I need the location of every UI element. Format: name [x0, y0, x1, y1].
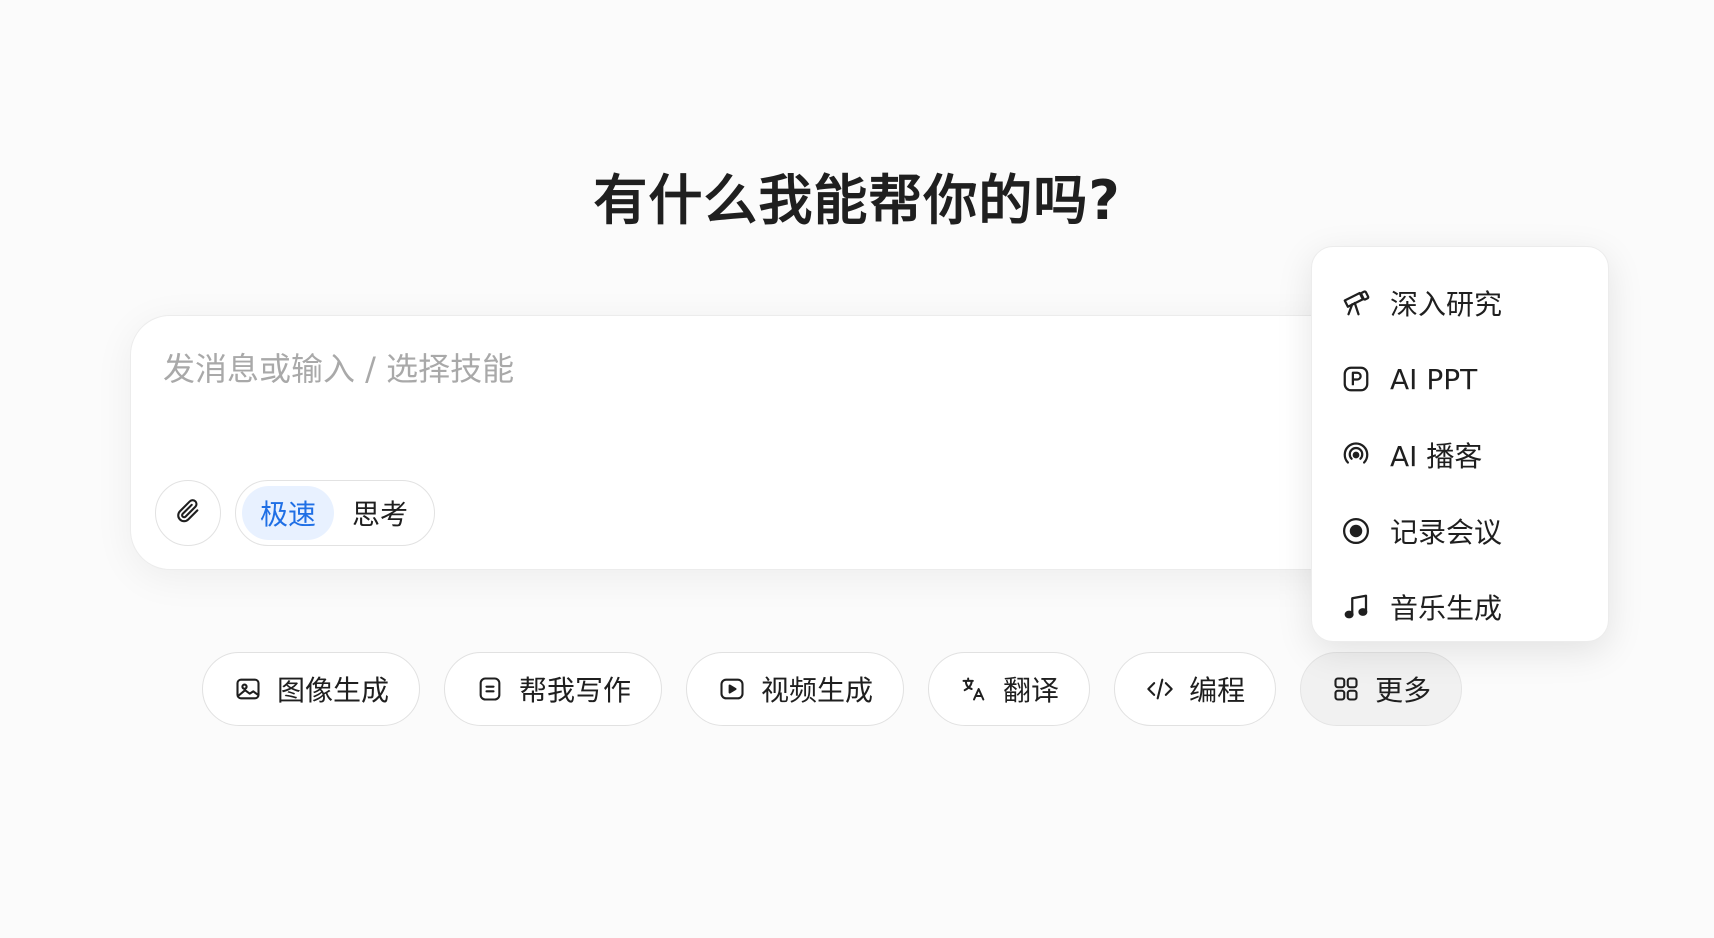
skill-label: 图像生成: [277, 674, 390, 707]
music-note-icon: [1340, 591, 1372, 623]
skill-label: 编程: [1189, 674, 1246, 707]
skill-label: 帮我写作: [519, 674, 632, 707]
more-skills-menu: 深入研究 AI PPT AI 播客 记录会议 音乐生成: [1311, 246, 1609, 642]
skill-more-button[interactable]: 更多: [1300, 652, 1463, 726]
menu-item-ai-podcast[interactable]: AI 播客: [1312, 417, 1608, 493]
mode-toggle: 极速 思考: [235, 480, 435, 546]
image-icon: [233, 674, 263, 704]
message-input[interactable]: [161, 338, 1345, 400]
menu-item-ai-ppt[interactable]: AI PPT: [1312, 341, 1608, 417]
menu-item-label: AI 播客: [1390, 440, 1483, 473]
podcast-icon: [1340, 439, 1372, 471]
translate-icon: [959, 674, 989, 704]
menu-item-record-meeting[interactable]: 记录会议: [1312, 493, 1608, 569]
paperclip-icon: [174, 497, 202, 529]
telescope-icon: [1340, 287, 1372, 319]
skill-label: 翻译: [1003, 674, 1060, 707]
grid-icon: [1331, 674, 1361, 704]
menu-item-label: 深入研究: [1390, 288, 1503, 321]
menu-item-music-generation[interactable]: 音乐生成: [1312, 569, 1608, 645]
skill-translate-button[interactable]: 翻译: [928, 652, 1091, 726]
menu-item-label: AI PPT: [1390, 362, 1478, 396]
menu-item-label: 音乐生成: [1390, 592, 1503, 625]
skill-label: 视频生成: [761, 674, 874, 707]
mode-fast-option[interactable]: 极速: [242, 486, 335, 540]
page-headline: 有什么我能帮你的吗?: [593, 169, 1121, 232]
document-icon: [475, 674, 505, 704]
record-icon: [1340, 515, 1372, 547]
page: 有什么我能帮你的吗? 极速 思考 图像生成: [0, 0, 1714, 938]
skill-image-generation-button[interactable]: 图像生成: [202, 652, 421, 726]
skill-chips: 图像生成 帮我写作 视频生成 翻译 编程 更多: [202, 652, 1463, 726]
skill-writing-button[interactable]: 帮我写作: [444, 652, 663, 726]
skill-label: 更多: [1375, 674, 1432, 707]
video-play-icon: [717, 674, 747, 704]
menu-item-label: 记录会议: [1390, 516, 1503, 549]
menu-item-deep-research[interactable]: 深入研究: [1312, 265, 1608, 341]
skill-video-generation-button[interactable]: 视频生成: [686, 652, 905, 726]
mode-think-option[interactable]: 思考: [334, 486, 426, 540]
ppt-icon: [1340, 363, 1372, 395]
code-icon: [1145, 674, 1175, 704]
skill-coding-button[interactable]: 编程: [1114, 652, 1277, 726]
attach-button[interactable]: [155, 480, 221, 546]
